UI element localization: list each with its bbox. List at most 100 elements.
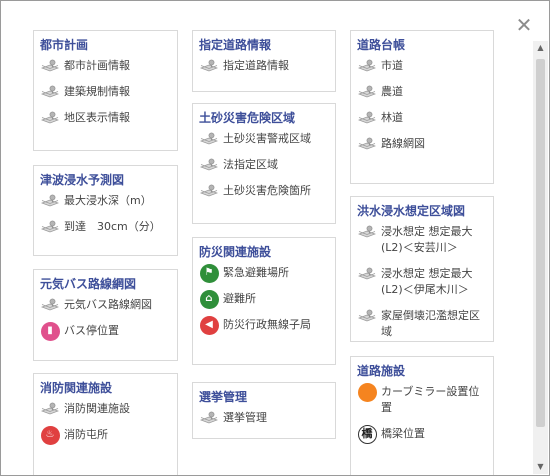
layer-item-bridge[interactable]: 橋 橋梁位置 bbox=[357, 424, 487, 444]
layer-dialog: ✕ ▲ ▼ 都市計画 都市計画情報 建築規制情報 地区表示情報 津波浸水予測図 … bbox=[0, 0, 550, 476]
layer-item-label: 市道 bbox=[381, 59, 403, 72]
panel-title: 津波浸水予測図 bbox=[40, 173, 125, 187]
layer-item-label: 到達 30cm（分） bbox=[64, 220, 161, 233]
panel-doro-shisetsu: 道路施設 カーブミラー設置位置 橋 橋梁位置 bbox=[350, 356, 494, 475]
map-layer-icon bbox=[40, 110, 60, 126]
panel-title: 消防関連施設 bbox=[40, 381, 113, 395]
panel-title: 防災関連施設 bbox=[199, 245, 272, 259]
bus-stop-icon: ▮ bbox=[40, 321, 60, 341]
layer-item-arrival-time[interactable]: 到達 30cm（分） bbox=[40, 219, 171, 235]
map-layer-icon bbox=[40, 219, 60, 235]
panel-title: 指定道路情報 bbox=[199, 38, 272, 52]
scrollbar[interactable]: ▲ ▼ bbox=[533, 41, 548, 474]
scroll-up-arrow-icon[interactable]: ▲ bbox=[533, 41, 548, 55]
map-layer-icon bbox=[199, 157, 219, 173]
layer-item-label: カーブミラー設置位置 bbox=[381, 385, 480, 414]
layer-item-label: 浸水想定 想定最大(L2)＜安芸川＞ bbox=[381, 225, 473, 254]
layer-item-shido[interactable]: 市道 bbox=[357, 58, 487, 74]
panel-title: 道路施設 bbox=[357, 364, 406, 378]
layer-item-curve-mirror[interactable]: カーブミラー設置位置 bbox=[357, 382, 487, 416]
layer-item-label: 最大浸水深（m） bbox=[64, 194, 152, 207]
bridge-icon: 橋 bbox=[357, 424, 377, 444]
panel-shobo: 消防関連施設 消防関連施設 ♨ 消防屯所 bbox=[33, 373, 178, 475]
layer-item-radio[interactable]: ◀ 防災行政無線子局 bbox=[199, 315, 329, 335]
layer-item-bus-route[interactable]: 元気バス路線網図 bbox=[40, 297, 171, 313]
layer-item-label: 選挙管理 bbox=[223, 411, 267, 424]
layer-item-shobo-tonsho[interactable]: ♨ 消防屯所 bbox=[40, 425, 171, 445]
panel-shitei-doro: 指定道路情報 指定道路情報 bbox=[192, 30, 336, 92]
layer-item-keikai-kuiki[interactable]: 土砂災害警戒区域 bbox=[199, 131, 329, 147]
layer-item-label: 都市計画情報 bbox=[64, 59, 130, 72]
layer-item-rosen-mozu[interactable]: 路線網図 bbox=[357, 136, 487, 152]
bridge-glyph: 橋 bbox=[357, 424, 377, 444]
close-icon[interactable]: ✕ bbox=[514, 15, 534, 35]
layer-item-label: 消防屯所 bbox=[64, 428, 108, 441]
layer-item-rindo[interactable]: 林道 bbox=[357, 110, 487, 126]
map-layer-icon bbox=[40, 401, 60, 417]
layer-item-senkyo[interactable]: 選挙管理 bbox=[199, 410, 329, 426]
map-layer-icon bbox=[199, 131, 219, 147]
layer-item-label: 法指定区域 bbox=[223, 158, 278, 171]
map-layer-icon bbox=[357, 266, 377, 282]
panel-genki-bus: 元気バス路線網図 元気バス路線網図 ▮ バス停位置 bbox=[33, 269, 178, 361]
map-layer-icon bbox=[199, 410, 219, 426]
layer-item-label: 建築規制情報 bbox=[64, 85, 130, 98]
map-layer-icon bbox=[40, 84, 60, 100]
panel-dosha-saigai: 土砂災害危険区域 土砂災害警戒区域 法指定区域 土砂災害危険箇所 bbox=[192, 103, 336, 224]
layer-item-label: 農道 bbox=[381, 85, 403, 98]
panel-doro-daicho: 道路台帳 市道 農道 林道 路線網図 bbox=[350, 30, 494, 184]
layer-item-kaoku-tokai[interactable]: 家屋倒壊氾濫想定区域 bbox=[357, 308, 487, 340]
layer-item-label: 地区表示情報 bbox=[64, 111, 130, 124]
layer-item-ho-shitei[interactable]: 法指定区域 bbox=[199, 157, 329, 173]
layer-item-label: 林道 bbox=[381, 111, 403, 124]
layer-item-evacuation-site[interactable]: ⚑ 緊急避難場所 bbox=[199, 263, 329, 283]
shelter-icon: ⌂ bbox=[199, 289, 219, 309]
layer-item-kenchiku-kisei[interactable]: 建築規制情報 bbox=[40, 84, 171, 100]
layer-item-label: バス停位置 bbox=[64, 324, 119, 337]
layer-item-shobo-kanren[interactable]: 消防関連施設 bbox=[40, 401, 171, 417]
map-layer-icon bbox=[357, 58, 377, 74]
layer-item-label: 緊急避難場所 bbox=[223, 266, 289, 279]
layer-item-toshi-keikaku[interactable]: 都市計画情報 bbox=[40, 58, 171, 74]
map-layer-icon bbox=[40, 297, 60, 313]
layer-item-aki-river[interactable]: 浸水想定 想定最大(L2)＜安芸川＞ bbox=[357, 224, 487, 256]
layer-item-label: 消防関連施設 bbox=[64, 402, 130, 415]
layer-item-shitei-doro[interactable]: 指定道路情報 bbox=[199, 58, 329, 74]
layer-item-iogi-river[interactable]: 浸水想定 想定最大(L2)＜伊尾木川＞ bbox=[357, 266, 487, 298]
layer-item-nodo[interactable]: 農道 bbox=[357, 84, 487, 100]
layer-item-label: 家屋倒壊氾濫想定区域 bbox=[381, 309, 480, 338]
scroll-thumb[interactable] bbox=[536, 59, 545, 427]
panel-title: 元気バス路線網図 bbox=[40, 277, 137, 291]
map-layer-icon bbox=[357, 84, 377, 100]
map-layer-icon bbox=[357, 308, 377, 324]
layer-item-chiku-hyoji[interactable]: 地区表示情報 bbox=[40, 110, 171, 126]
layer-item-label: 防災行政無線子局 bbox=[223, 318, 311, 331]
layer-item-max-depth[interactable]: 最大浸水深（m） bbox=[40, 193, 171, 209]
layer-item-label: 元気バス路線網図 bbox=[64, 298, 152, 311]
panel-title: 都市計画 bbox=[40, 38, 89, 52]
panel-title: 道路台帳 bbox=[357, 38, 406, 52]
panel-tsunami: 津波浸水予測図 最大浸水深（m） 到達 30cm（分） bbox=[33, 165, 178, 256]
layer-item-bus-stop[interactable]: ▮ バス停位置 bbox=[40, 321, 171, 341]
layer-item-label: 橋梁位置 bbox=[381, 427, 425, 440]
map-layer-icon bbox=[199, 183, 219, 199]
map-layer-icon bbox=[357, 110, 377, 126]
panel-bosai: 防災関連施設 ⚑ 緊急避難場所 ⌂ 避難所 ◀ 防災行政無線子局 bbox=[192, 237, 336, 365]
layer-item-kiken-kasho[interactable]: 土砂災害危険箇所 bbox=[199, 183, 329, 199]
layer-item-label: 土砂災害危険箇所 bbox=[223, 184, 311, 197]
layer-item-label: 避難所 bbox=[223, 292, 256, 305]
map-layer-icon bbox=[357, 136, 377, 152]
layer-item-label: 土砂災害警戒区域 bbox=[223, 132, 311, 145]
layer-item-label: 路線網図 bbox=[381, 137, 425, 150]
radio-speaker-icon: ◀ bbox=[199, 315, 219, 335]
layer-item-label: 指定道路情報 bbox=[223, 59, 289, 72]
layer-item-shelter[interactable]: ⌂ 避難所 bbox=[199, 289, 329, 309]
scroll-down-arrow-icon[interactable]: ▼ bbox=[533, 460, 548, 474]
curve-mirror-icon bbox=[357, 382, 377, 402]
fire-station-icon: ♨ bbox=[40, 425, 60, 445]
map-layer-icon bbox=[199, 58, 219, 74]
panel-senkyo: 選挙管理 選挙管理 bbox=[192, 382, 336, 439]
map-layer-icon bbox=[357, 224, 377, 240]
panel-title: 土砂災害危険区域 bbox=[199, 111, 296, 125]
panel-title: 洪水浸水想定区域図 bbox=[357, 204, 466, 218]
